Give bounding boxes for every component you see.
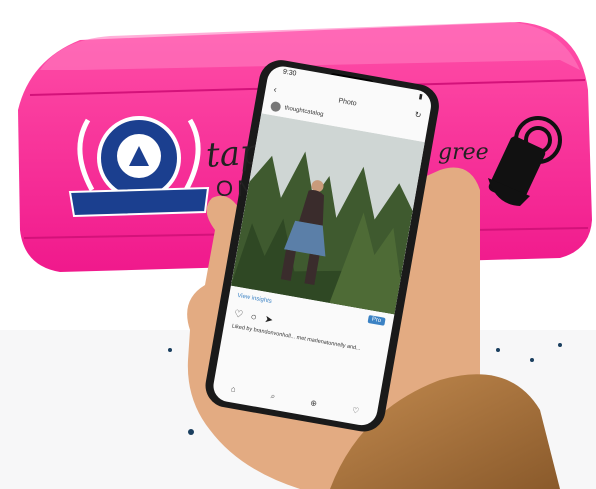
promote-button[interactable]: Pro (367, 314, 386, 326)
refresh-icon[interactable]: ↻ (414, 109, 422, 119)
tagline-gree-text: gree (438, 140, 489, 165)
home-icon[interactable]: ⌂ (230, 384, 236, 395)
heart-icon[interactable]: ♡ (233, 309, 244, 321)
activity-icon[interactable]: ♡ (351, 406, 360, 417)
comment-icon[interactable]: ○ (250, 312, 258, 324)
avatar[interactable] (269, 100, 282, 113)
search-icon[interactable]: ⌕ (270, 391, 276, 402)
post-photo[interactable] (230, 113, 425, 315)
app-bar-title: Photo (337, 97, 358, 108)
post-username[interactable]: thoughtcatalog (284, 105, 324, 118)
back-arrow-icon[interactable]: ‹ (273, 84, 278, 94)
view-insights-link[interactable]: View insights (237, 293, 272, 305)
scene: tap ON gree 9:30 ▮ ‹ Photo ↻ thoughtcata… (0, 0, 596, 489)
share-icon[interactable]: ➤ (264, 314, 274, 326)
add-post-icon[interactable]: ⊕ (309, 398, 318, 409)
battery-icon: ▮ (418, 93, 424, 101)
